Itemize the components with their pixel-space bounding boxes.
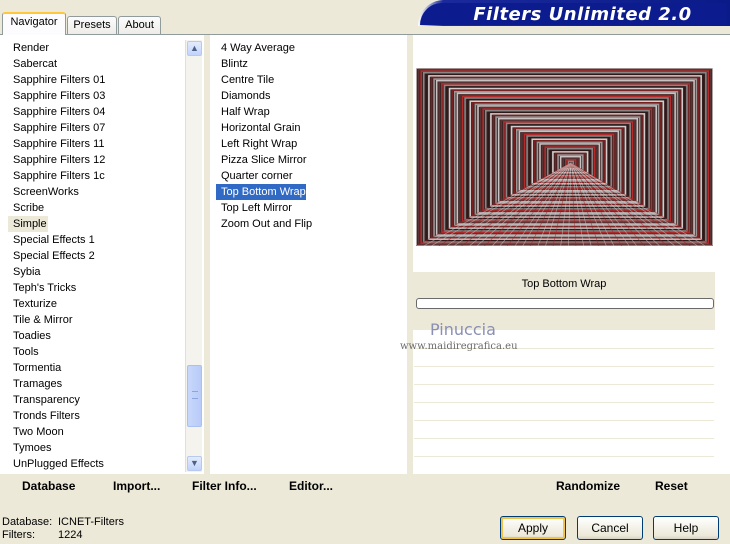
filter-item[interactable]: Top Left Mirror [216, 200, 292, 216]
category-item[interactable]: Two Moon [8, 424, 184, 440]
scroll-up-icon[interactable]: ▲ [187, 41, 202, 56]
category-item[interactable]: Scribe [8, 200, 184, 216]
filter-item[interactable]: Half Wrap [216, 104, 270, 120]
filter-list[interactable]: 4 Way Average Blintz Centre Tile Diamonds Ha… [216, 40, 406, 232]
category-item[interactable]: Transparency [8, 392, 184, 408]
filter-item[interactable]: Top Bottom Wrap [216, 184, 306, 200]
watermark-url: www.maidiregrafica.eu [400, 341, 518, 352]
category-item[interactable]: Sapphire Filters 03 [8, 88, 184, 104]
filter-item[interactable]: Quarter corner [216, 168, 293, 184]
filter-row: Quarter corner [216, 168, 406, 184]
preview-graphic [416, 68, 713, 246]
divider [407, 35, 413, 500]
filter-row: Half Wrap [216, 104, 406, 120]
parameter-row [414, 405, 714, 421]
filter-info-button[interactable]: Filter Info... [192, 479, 257, 493]
scroll-thumb[interactable] [187, 365, 202, 427]
tab-bar: Navigator Presets About [0, 12, 420, 35]
database-value: ICNET-Filters [58, 516, 124, 528]
tab-presets[interactable]: Presets [67, 16, 117, 35]
parameter-row [414, 387, 714, 403]
category-scrollbar[interactable]: ▲ ▼ [185, 40, 202, 472]
database-label: Database: [2, 516, 53, 528]
toolbar [0, 474, 730, 500]
divider [204, 35, 210, 500]
filter-item[interactable]: Centre Tile [216, 72, 274, 88]
category-item[interactable]: Tronds Filters [8, 408, 184, 424]
filter-row: Pizza Slice Mirror [216, 152, 406, 168]
filter-row: Top Bottom Wrap [216, 184, 406, 200]
category-item[interactable]: Sapphire Filters 07 [8, 120, 184, 136]
database-button[interactable]: Database [22, 479, 75, 493]
filter-item[interactable]: Horizontal Grain [216, 120, 300, 136]
category-item[interactable]: Sapphire Filters 11 [8, 136, 184, 152]
reset-button[interactable]: Reset [655, 479, 688, 493]
apply-button[interactable]: Apply [500, 516, 566, 540]
category-item[interactable]: Render [8, 40, 184, 56]
category-item[interactable]: Teph's Tricks [8, 280, 184, 296]
filter-item[interactable]: Blintz [216, 56, 248, 72]
category-item[interactable]: Sapphire Filters 04 [8, 104, 184, 120]
filter-row: Left Right Wrap [216, 136, 406, 152]
watermark-name: Pinuccia [430, 320, 496, 339]
filter-item[interactable]: 4 Way Average [216, 40, 295, 56]
category-item[interactable]: Sabercat [8, 56, 184, 72]
filter-row: Diamonds [216, 88, 406, 104]
tab-about[interactable]: About [118, 16, 161, 35]
filter-item[interactable]: Left Right Wrap [216, 136, 297, 152]
preview-image [416, 68, 713, 246]
category-item[interactable]: Special Effects 1 [8, 232, 184, 248]
filter-item[interactable]: Diamonds [216, 88, 271, 104]
category-item[interactable]: Sapphire Filters 12 [8, 152, 184, 168]
status-info: Database: ICNET-Filters Filters: 1224 [2, 516, 124, 542]
filter-item[interactable]: Zoom Out and Flip [216, 216, 312, 232]
parameter-row [414, 351, 714, 367]
randomize-button[interactable]: Randomize [556, 479, 620, 493]
category-item[interactable]: Tormentia [8, 360, 184, 376]
filter-row: 4 Way Average [216, 40, 406, 56]
filter-item[interactable]: Pizza Slice Mirror [216, 152, 307, 168]
cancel-button[interactable]: Cancel [577, 516, 643, 540]
category-item[interactable]: Texturize [8, 296, 184, 312]
progress-bar [416, 298, 714, 309]
category-item[interactable]: Sapphire Filters 1c [8, 168, 184, 184]
category-item[interactable]: Tile & Mirror [8, 312, 184, 328]
editor-button[interactable]: Editor... [289, 479, 333, 493]
help-button[interactable]: Help [653, 516, 719, 540]
parameter-row [414, 441, 714, 457]
filters-label: Filters: [2, 529, 35, 541]
category-list[interactable]: Render Sabercat Sapphire Filters 01 Sapphir… [8, 40, 184, 472]
scroll-down-icon[interactable]: ▼ [187, 456, 202, 471]
filters-count: 1224 [58, 529, 83, 541]
preview-filter-name: Top Bottom Wrap [521, 278, 607, 290]
category-item[interactable]: UnPlugged Effects [8, 456, 184, 472]
category-item[interactable]: Tramages [8, 376, 184, 392]
parameter-row [414, 369, 714, 385]
filter-row: Zoom Out and Flip [216, 216, 406, 232]
parameter-row [414, 423, 714, 439]
category-item[interactable]: Simple [8, 216, 48, 232]
filter-row: Top Left Mirror [216, 200, 406, 216]
category-item[interactable]: Toadies [8, 328, 184, 344]
app-title: Filters Unlimited 2.0 [473, 4, 692, 25]
category-item[interactable]: ScreenWorks [8, 184, 184, 200]
filter-row: Horizontal Grain [216, 120, 406, 136]
category-item[interactable]: Tymoes [8, 440, 184, 456]
category-item[interactable]: Special Effects 2 [8, 248, 184, 264]
filter-row: Blintz [216, 56, 406, 72]
filter-row: Centre Tile [216, 72, 406, 88]
grip-icon [192, 391, 198, 399]
parameter-row [414, 459, 714, 475]
category-item[interactable]: Sybia [8, 264, 184, 280]
category-item[interactable]: Sapphire Filters 01 [8, 72, 184, 88]
category-item[interactable]: Tools [8, 344, 184, 360]
import-button[interactable]: Import... [113, 479, 160, 493]
tab-navigator[interactable]: Navigator [2, 12, 66, 35]
